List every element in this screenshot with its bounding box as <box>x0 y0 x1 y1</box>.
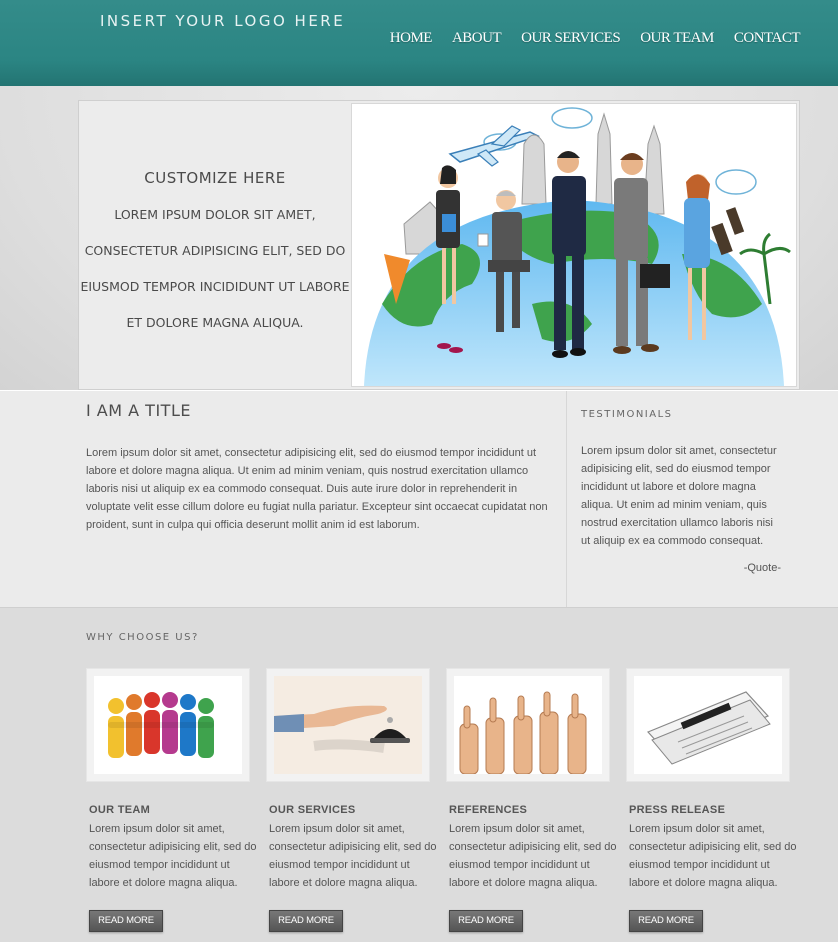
hero-title: CUSTOMIZE HERE <box>144 169 286 187</box>
thumbs-up-icon <box>459 691 587 774</box>
site-header: INSERT YOUR LOGO HERE HOME ABOUT OUR SER… <box>0 0 838 86</box>
main-nav: HOME ABOUT OUR SERVICES OUR TEAM CONTACT <box>390 30 801 47</box>
hero-text-block: CUSTOMIZE HERE LOREM IPSUM DOLOR SIT AME… <box>79 169 351 341</box>
nav-home[interactable]: HOME <box>390 30 433 47</box>
hero-illustration <box>351 103 797 387</box>
intro-title: I AM A TITLE <box>86 401 191 420</box>
nav-our-team[interactable]: OUR TEAM <box>640 30 714 47</box>
testimonials-block: TESTIMONIALS Lorem ipsum dolor sit amet,… <box>581 409 781 574</box>
card-title: OUR TEAM <box>89 804 151 816</box>
team-thumbnail[interactable] <box>86 668 250 782</box>
read-more-button[interactable]: READ MORE <box>449 910 523 932</box>
intro-block: I AM A TITLE Lorem ipsum dolor sit amet,… <box>86 401 556 534</box>
nav-contact[interactable]: CONTACT <box>734 30 801 47</box>
business-travel-illustration <box>364 107 791 386</box>
testimonials-title: TESTIMONIALS <box>581 409 673 420</box>
feature-card-references: REFERENCES Lorem ipsum dolor sit amet, c… <box>446 668 617 932</box>
references-thumbnail[interactable] <box>446 668 610 782</box>
card-text: Lorem ipsum dolor sit amet, consectetur … <box>449 823 617 889</box>
service-bell-icon <box>274 705 410 753</box>
card-title: REFERENCES <box>449 804 528 816</box>
read-more-button[interactable]: READ MORE <box>629 910 703 932</box>
feature-card-team: OUR TEAM Lorem ipsum dolor sit amet, con… <box>86 668 257 932</box>
why-choose-us-title: WHY CHOOSE US? <box>86 632 199 643</box>
nav-about[interactable]: ABOUT <box>452 30 502 47</box>
testimonial-text: Lorem ipsum dolor sit amet, consectetur … <box>581 445 777 547</box>
card-text: Lorem ipsum dolor sit amet, consectetur … <box>89 823 257 889</box>
feature-card-press: PRESS RELEASE Lorem ipsum dolor sit amet… <box>626 668 797 932</box>
nav-our-services[interactable]: OUR SERVICES <box>521 30 621 47</box>
intro-paragraph: Lorem ipsum dolor sit amet, consectetur … <box>86 447 548 531</box>
card-text: Lorem ipsum dolor sit amet, consectetur … <box>269 823 437 889</box>
section-divider <box>566 391 567 607</box>
read-more-button[interactable]: READ MORE <box>89 910 163 932</box>
team-icon <box>108 692 214 758</box>
card-title: PRESS RELEASE <box>629 804 726 816</box>
newspaper-icon <box>646 691 771 765</box>
hero-banner: CUSTOMIZE HERE LOREM IPSUM DOLOR SIT AME… <box>78 100 800 390</box>
press-thumbnail[interactable] <box>626 668 790 782</box>
logo-text[interactable]: INSERT YOUR LOGO HERE <box>100 12 345 30</box>
services-thumbnail[interactable] <box>266 668 430 782</box>
feature-card-services: OUR SERVICES Lorem ipsum dolor sit amet,… <box>266 668 437 932</box>
read-more-button[interactable]: READ MORE <box>269 910 343 932</box>
content-section: I AM A TITLE Lorem ipsum dolor sit amet,… <box>0 390 838 608</box>
hero-body: LOREM IPSUM DOLOR SIT AMET, CONSECTETUR … <box>80 207 350 330</box>
card-title: OUR SERVICES <box>269 804 356 816</box>
card-text: Lorem ipsum dolor sit amet, consectetur … <box>629 823 797 889</box>
testimonial-author: -Quote- <box>743 562 781 574</box>
